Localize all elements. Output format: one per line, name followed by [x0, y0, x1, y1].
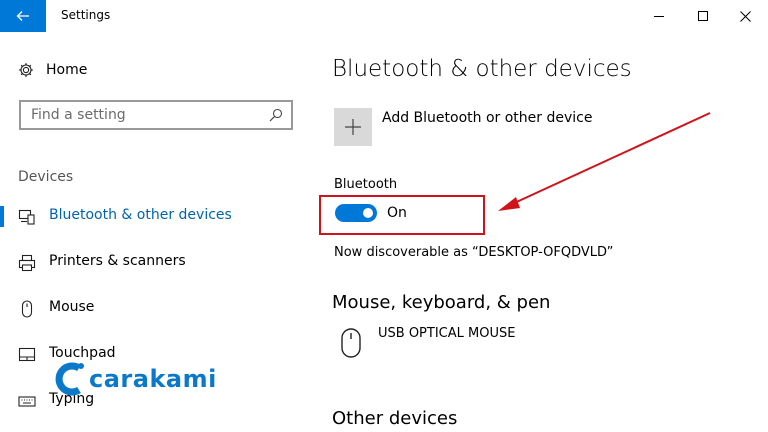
- watermark-logo: carakami: [55, 360, 217, 398]
- watermark-text: carakami: [89, 365, 217, 393]
- watermark-c-icon: [55, 362, 84, 396]
- settings-window: Settings Home Find a setting Devices Blu…: [0, 0, 768, 432]
